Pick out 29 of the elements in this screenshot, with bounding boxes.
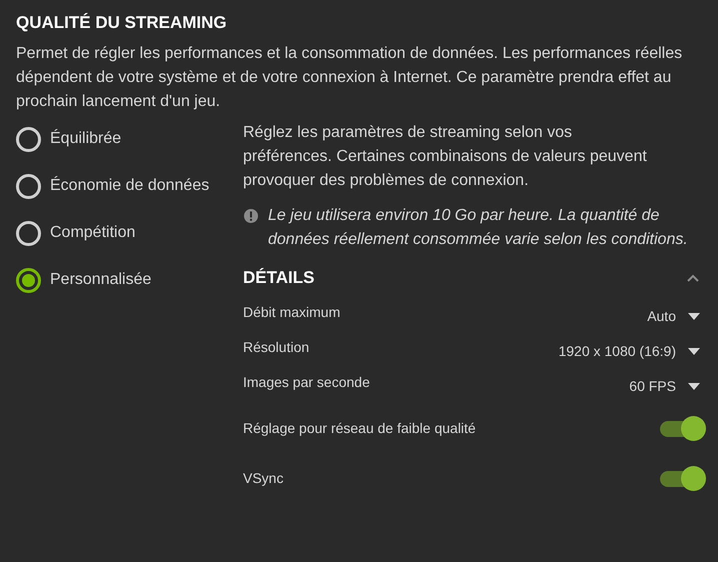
setting-label: VSync — [243, 469, 284, 488]
radio-icon — [16, 268, 41, 292]
collapse-button[interactable] — [686, 273, 700, 282]
caret-icon — [688, 382, 700, 390]
description: Permet de régler les performances et la consommation de données. Les performances réelles dépendent de votre système et de votre connexion à Internet. Ce paramètre prendra effet au prochain lancement d'un jeu. — [16, 44, 684, 112]
caret-icon — [688, 312, 700, 320]
setting-dropdown[interactable]: Auto — [647, 306, 706, 326]
help-text: Réglez les paramètres de streaming selon vos préférences. Certaines combinaisons de valeurs peuvent provoquer des problèmes de connexion. — [243, 123, 648, 191]
radio-option[interactable]: Équilibrée — [16, 126, 243, 152]
chevron-icon — [686, 273, 700, 282]
setting-label: Réglage pour réseau de faible qualité — [243, 419, 476, 438]
setting-dropdown[interactable]: 1920 x 1080 (16:9) — [558, 340, 706, 362]
radio-icon — [16, 174, 41, 198]
setting-label: Images par seconde — [243, 372, 370, 392]
radio-option[interactable]: Économie de données — [16, 173, 243, 199]
setting-dropdown[interactable]: 60 FPS — [629, 376, 706, 396]
setting-label: Débit maximum — [243, 302, 340, 322]
section-title: QUALITÉ DU STREAMING — [16, 12, 228, 34]
toggle-switch[interactable] — [660, 416, 706, 442]
radio-icon — [16, 220, 41, 246]
data-usage-notice: Le jeu utilisera environ 10 Go par heure. La quantité de données réellement consommée varie selon les conditions. — [268, 206, 689, 250]
radio-option[interactable]: Personnalisée — [16, 267, 243, 293]
details-title: DÉTAILS — [243, 267, 314, 289]
setting-label: Résolution — [243, 338, 310, 356]
radio-option[interactable]: Compétition — [16, 220, 243, 246]
radio-icon — [16, 126, 41, 152]
toggle-switch[interactable] — [660, 466, 706, 492]
info-icon — [243, 208, 259, 224]
caret-icon — [688, 348, 700, 354]
